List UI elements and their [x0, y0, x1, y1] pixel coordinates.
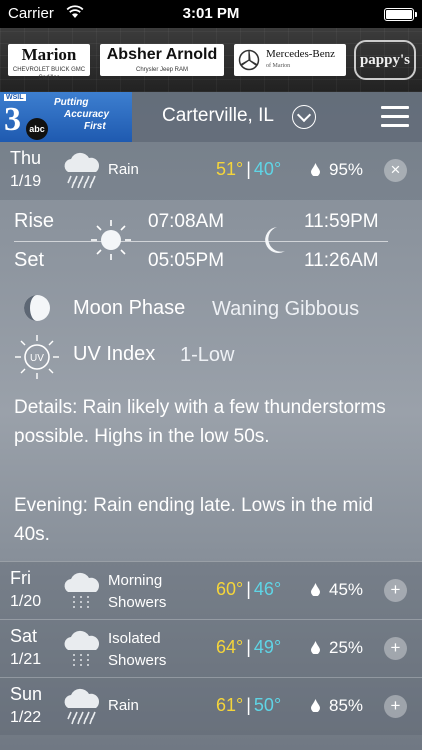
tagline-line-2: Accuracy: [64, 109, 110, 120]
menu-icon[interactable]: [381, 106, 409, 128]
raindrop-icon: [311, 641, 320, 654]
precip-chance: 85%: [329, 696, 364, 715]
sponsor-banner[interactable]: Marion CHEVROLET BUICK GMC Cadillac Absh…: [0, 28, 422, 92]
day-name: Thu: [10, 148, 42, 168]
sponsor-absher-name: Absher Arnold: [106, 46, 218, 63]
station-tagline: Putting Accuracy First: [54, 97, 109, 133]
high-temp: 51°: [216, 159, 244, 179]
tagline-line-3: First: [84, 121, 106, 132]
forecast-day-row[interactable]: Fri 1/20 Morning Showers 60° | 46° 45% +: [0, 561, 422, 619]
day-name: Fri: [10, 568, 31, 588]
moon-icon: [265, 227, 285, 253]
mercedes-star-icon: [238, 49, 260, 71]
condition-text: Rain: [108, 697, 139, 714]
sunset-time: 05:05PM: [148, 250, 225, 271]
sun-icon: [91, 220, 131, 260]
showers-cloud-icon: [64, 572, 100, 609]
precip-chance: 25%: [329, 638, 364, 657]
rain-cloud-icon: [64, 152, 100, 189]
condition-text: Isolated: [108, 630, 161, 647]
raindrop-icon: [311, 163, 320, 176]
collapse-button[interactable]: ×: [384, 159, 407, 182]
temperature-range: 61° | 50°: [216, 695, 282, 715]
details-text: Details: Rain likely with a few thunders…: [14, 397, 386, 447]
high-temp: 61°: [216, 695, 244, 715]
uv-index-label: UV Index: [73, 343, 156, 365]
sponsor-marion-sub: CHEVROLET BUICK GMC Cadillac: [12, 67, 86, 81]
set-label: Set: [14, 249, 45, 271]
low-temp: 49°: [253, 637, 282, 657]
raindrop-icon: [311, 583, 320, 596]
moon-phase-label: Moon Phase: [73, 297, 186, 319]
sponsor-mercedes-logo[interactable]: Mercedes-Benz of Marion: [234, 44, 346, 76]
high-temp: 60°: [216, 579, 244, 599]
showers-cloud-icon: [64, 630, 100, 667]
forecast-day-row[interactable]: Sat 1/21 Isolated Showers 64° | 49° 25% +: [0, 619, 422, 677]
precip-chance: 95%: [329, 160, 364, 179]
sponsor-pappys-logo[interactable]: pappy's: [354, 40, 416, 80]
low-temp: 40°: [253, 159, 282, 179]
sponsor-pappys-name: pappy's: [359, 52, 411, 68]
sponsor-mercedes-name: Mercedes-Benz: [266, 48, 336, 60]
status-bar: Carrier 3:01 PM: [0, 0, 422, 28]
uv-index-value: 1-Low: [180, 344, 235, 366]
sponsor-mercedes-sub: of Marion: [266, 63, 291, 69]
uv-icon-text: UV: [30, 353, 44, 364]
forecast-day-row[interactable]: Sun 1/22 Rain 61° | 50° 85% +: [0, 677, 422, 735]
station-call-letters: WSIL: [4, 94, 26, 101]
uv-index-icon: UV: [15, 335, 59, 379]
tagline-line-1: Putting: [54, 97, 89, 108]
day-name: Sat: [10, 626, 38, 646]
day-name: Sun: [10, 684, 43, 704]
chevron-down-icon[interactable]: [292, 105, 316, 129]
condition-text-line-2: Showers: [108, 594, 167, 611]
station-logo[interactable]: WSIL 3 abc Putting Accuracy First: [0, 92, 132, 142]
expand-button[interactable]: +: [384, 579, 407, 602]
day-date: 1/22: [10, 709, 42, 726]
station-number: 3: [4, 101, 21, 138]
expand-button[interactable]: +: [384, 637, 407, 660]
forecast-day-row-today[interactable]: Thu 1/19 Rain 51° | 40° 95% ×: [0, 142, 422, 200]
moonrise-time: 11:59PM: [304, 211, 379, 232]
sponsor-marion-name: Marion: [21, 45, 77, 64]
high-temp: 64°: [216, 637, 244, 657]
day-date: 1/20: [10, 593, 42, 610]
condition-text: Morning: [108, 572, 163, 589]
day-date: 1/21: [10, 651, 42, 668]
temperature-range: 64° | 49°: [216, 637, 282, 657]
sponsor-absher-logo[interactable]: Absher Arnold Chrysler Jeep RAM: [100, 44, 224, 76]
day-date: 1/19: [10, 173, 42, 190]
temperature-range: 60° | 46°: [216, 579, 282, 599]
precip-chance: 45%: [329, 580, 364, 599]
sunrise-time: 07:08AM: [148, 211, 225, 232]
condition-text: Rain: [108, 161, 139, 178]
clock: 3:01 PM: [182, 5, 240, 22]
rise-label: Rise: [14, 210, 55, 232]
app-header: WSIL 3 abc Putting Accuracy First Carter…: [0, 92, 422, 142]
moon-phase-value: Waning Gibbous: [212, 298, 360, 320]
location-selector[interactable]: Carterville, IL: [162, 105, 274, 127]
low-temp: 50°: [253, 695, 282, 715]
expand-button[interactable]: +: [384, 695, 407, 718]
temperature-range: 51° | 40°: [216, 159, 282, 179]
moon-phase-icon: [24, 295, 50, 321]
condition-text-line-2: Showers: [108, 652, 167, 669]
rise-set-divider: [14, 241, 388, 242]
battery-icon: [384, 8, 417, 21]
day-detail-panel: Rise Set 07:08AM 05:05PM 11:59PM 11:26AM…: [0, 198, 422, 560]
sponsor-absher-sub: Chrysler Jeep RAM: [135, 67, 188, 73]
abc-network-logo: abc: [26, 118, 48, 140]
evening-text: Evening: Rain ending late. Lows in the m…: [14, 495, 374, 545]
raindrop-icon: [311, 699, 320, 712]
sponsor-marion-logo[interactable]: Marion CHEVROLET BUICK GMC Cadillac: [8, 44, 90, 81]
rain-cloud-icon: [64, 688, 100, 725]
low-temp: 46°: [253, 579, 282, 599]
moonset-time: 11:26AM: [304, 250, 379, 271]
